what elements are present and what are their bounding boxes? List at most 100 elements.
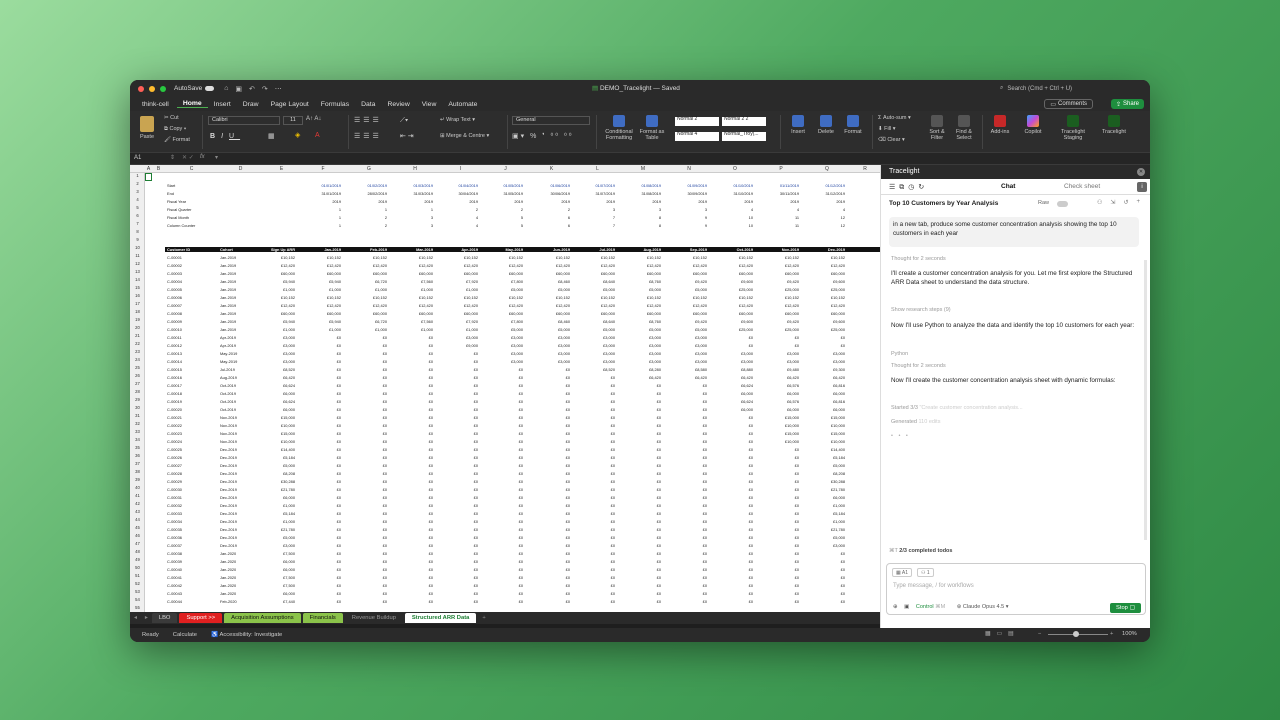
cell[interactable]: £10,152 — [433, 295, 478, 300]
row-header[interactable]: 3 — [130, 189, 145, 194]
cell[interactable]: Jan-2019 — [220, 271, 260, 276]
cell[interactable]: £0 — [661, 431, 707, 436]
column-header[interactable]: M — [620, 165, 666, 173]
cell[interactable]: £0 — [387, 599, 433, 604]
cell[interactable]: £5,000 — [570, 327, 615, 332]
sort-filter-button[interactable]: Sort & Filter — [925, 115, 949, 142]
cell[interactable]: C-00038 — [167, 551, 212, 556]
cell[interactable]: Jan-2019 — [220, 327, 260, 332]
name-box[interactable]: A1 — [134, 155, 174, 161]
function-icon[interactable]: fx — [200, 154, 205, 160]
cell[interactable]: £3,000 — [570, 343, 615, 348]
cell[interactable]: 5 — [478, 223, 523, 228]
cell[interactable]: £0 — [433, 559, 478, 564]
cell[interactable]: £5,000 — [523, 287, 570, 292]
cell[interactable]: £0 — [341, 343, 387, 348]
zoom-window-button[interactable] — [160, 85, 166, 92]
number-format-buttons[interactable]: ▣▾ % ❜ ⁰⁰ ⁰⁰ — [512, 133, 574, 141]
cell[interactable]: £10,152 — [615, 295, 661, 300]
cell[interactable]: £0 — [707, 479, 753, 484]
cell[interactable]: Dec-2019 — [220, 543, 260, 548]
cell[interactable]: £0 — [295, 447, 341, 452]
cell[interactable]: £0 — [433, 359, 478, 364]
cell[interactable]: £0 — [661, 527, 707, 532]
cell[interactable]: £3,000 — [799, 351, 845, 356]
cell[interactable]: £0 — [433, 487, 478, 492]
cell[interactable]: £10,152 — [753, 255, 799, 260]
cell[interactable]: £0 — [478, 375, 523, 380]
cell[interactable]: £12,420 — [799, 263, 845, 268]
cell[interactable]: 2019 — [570, 199, 615, 204]
cell[interactable]: £12,420 — [387, 303, 433, 308]
cell[interactable]: £10,152 — [255, 255, 295, 260]
cell[interactable]: £3,000 — [570, 351, 615, 356]
cell[interactable]: £3,000 — [433, 335, 478, 340]
cell[interactable]: 31/01/2019 — [295, 191, 341, 196]
format-as-table-button[interactable]: Format as Table — [638, 115, 666, 142]
cell[interactable]: End — [167, 191, 217, 196]
cell[interactable]: £0 — [433, 471, 478, 476]
row-header[interactable]: 15 — [130, 285, 145, 290]
cell[interactable]: £8,208 — [799, 471, 845, 476]
cell[interactable]: £0 — [433, 367, 478, 372]
cell[interactable]: £0 — [661, 511, 707, 516]
cell[interactable]: £0 — [570, 399, 615, 404]
cell[interactable]: £0 — [478, 471, 523, 476]
orientation-icon[interactable]: ⟋▾ — [400, 117, 408, 125]
cell[interactable]: £30,288 — [255, 479, 295, 484]
cell[interactable]: £0 — [707, 463, 753, 468]
cell[interactable]: £0 — [433, 399, 478, 404]
cell[interactable]: £0 — [478, 415, 523, 420]
cell[interactable]: £10,152 — [341, 295, 387, 300]
more-icon[interactable]: ⋯ — [275, 85, 282, 93]
cell[interactable]: £1,000 — [255, 327, 295, 332]
cell[interactable]: £5,184 — [799, 455, 845, 460]
cell[interactable]: Dec-2019 — [220, 527, 260, 532]
cell[interactable]: £0 — [433, 351, 478, 356]
row-header[interactable]: 47 — [130, 541, 145, 546]
cell[interactable]: C-00015 — [167, 367, 212, 372]
cell[interactable]: 01/12/2019 — [799, 183, 845, 188]
cell[interactable]: £0 — [707, 567, 753, 572]
cell[interactable]: £60,000 — [341, 271, 387, 276]
table-header-cell[interactable]: Aug-2019 — [615, 247, 661, 252]
cell[interactable]: £1,000 — [255, 503, 295, 508]
cell[interactable]: C-00005 — [167, 287, 212, 292]
cell[interactable]: £3,000 — [523, 343, 570, 348]
column-header[interactable]: I — [438, 165, 483, 173]
cell[interactable]: £1,000 — [255, 287, 295, 292]
cell[interactable]: 10 — [707, 223, 753, 228]
cell[interactable]: £6,624 — [707, 399, 753, 404]
cell[interactable]: £0 — [523, 599, 570, 604]
cell[interactable]: £0 — [387, 463, 433, 468]
cell[interactable]: £0 — [753, 519, 799, 524]
cell[interactable]: £0 — [661, 519, 707, 524]
row-header[interactable]: 41 — [130, 493, 145, 498]
cell[interactable]: £0 — [295, 519, 341, 524]
cell[interactable]: Dec-2019 — [220, 479, 260, 484]
cell[interactable]: Jan-2019 — [220, 311, 260, 316]
cell[interactable]: £12,420 — [255, 303, 295, 308]
tab-data[interactable]: Data — [355, 101, 381, 108]
cell[interactable]: £0 — [523, 511, 570, 516]
cell[interactable]: £0 — [661, 559, 707, 564]
cell[interactable]: 31/10/2019 — [707, 191, 753, 196]
cell[interactable]: £6,420 — [615, 375, 661, 380]
row-header[interactable]: 55 — [130, 605, 145, 610]
cell[interactable]: £0 — [341, 495, 387, 500]
column-header[interactable]: O — [712, 165, 758, 173]
cell[interactable]: £0 — [523, 487, 570, 492]
row-header[interactable]: 7 — [130, 221, 145, 226]
export-icon[interactable]: ⇲ — [1110, 199, 1115, 206]
cell[interactable]: £0 — [570, 519, 615, 524]
cell[interactable]: £3,000 — [523, 359, 570, 364]
cell[interactable]: £1,000 — [341, 327, 387, 332]
cell[interactable]: £0 — [523, 559, 570, 564]
cell[interactable]: £12,420 — [295, 263, 341, 268]
cell[interactable]: £12,420 — [478, 263, 523, 268]
cell[interactable]: £6,420 — [255, 375, 295, 380]
cell[interactable]: £60,000 — [799, 311, 845, 316]
cell[interactable]: £0 — [341, 391, 387, 396]
cell[interactable]: £0 — [753, 343, 799, 348]
cell[interactable]: £0 — [753, 335, 799, 340]
